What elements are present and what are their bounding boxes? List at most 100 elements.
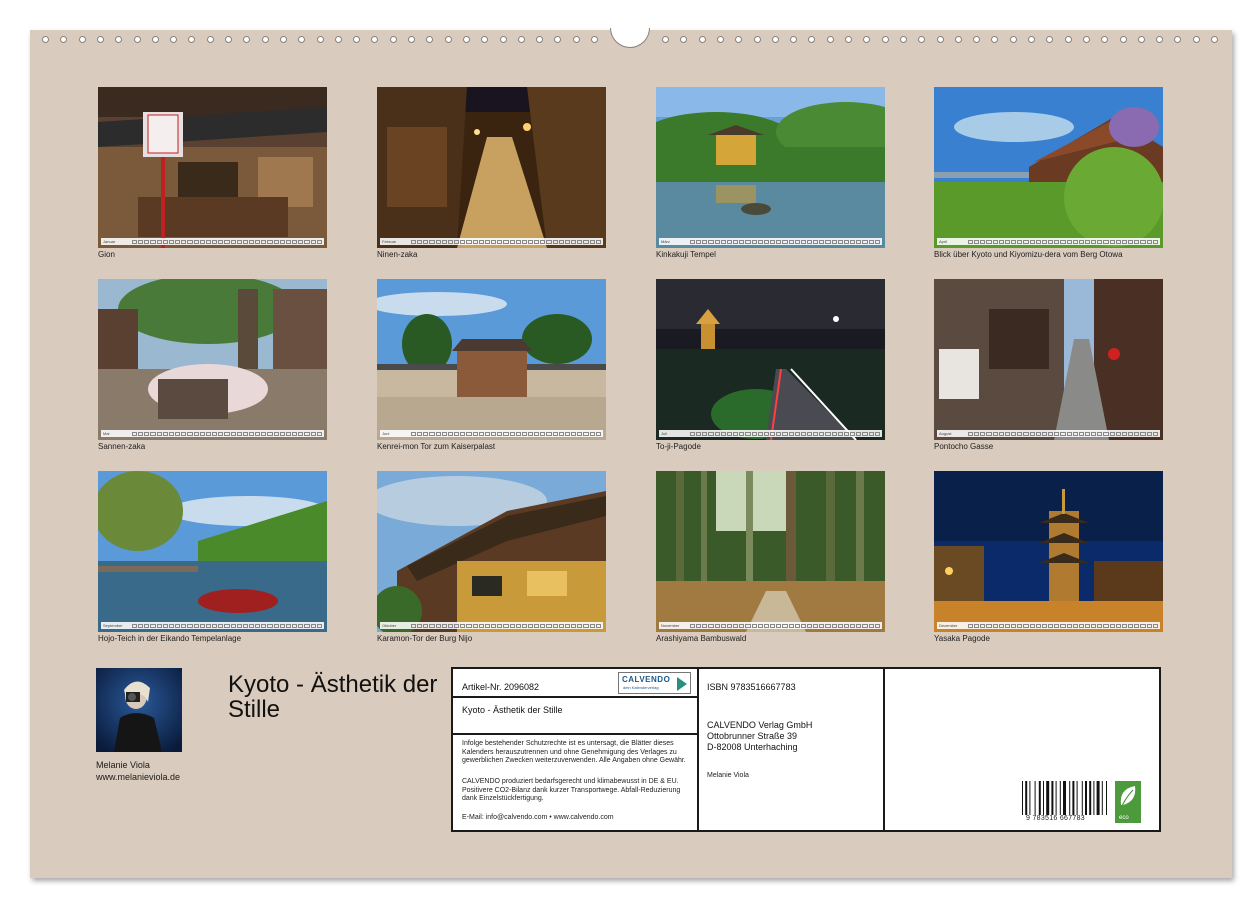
mini-calendar-day (534, 239, 540, 244)
mini-calendar-day (478, 623, 484, 628)
mini-calendar-day (193, 239, 199, 244)
mini-calendar-day (739, 239, 745, 244)
binding-hole (863, 36, 871, 43)
mini-calendar-day (248, 239, 255, 244)
mini-calendar-day (1035, 431, 1041, 436)
binding-hole (170, 36, 178, 43)
mini-calendar-day (776, 239, 782, 244)
mini-calendar-day (205, 239, 212, 244)
mini-calendar-strip: April (937, 238, 1160, 245)
mini-calendar-day (726, 623, 733, 628)
mini-calendar-day (1121, 239, 1128, 244)
photo-caption: Gion (98, 250, 115, 259)
mini-calendar-day (1097, 431, 1103, 436)
mini-calendar-day (218, 239, 224, 244)
mini-calendar-day (595, 239, 601, 244)
mini-calendar-day (850, 431, 856, 436)
binding-hole (572, 36, 580, 43)
eco-notice: CALVENDO produziert bedarfsgerecht und k… (462, 778, 681, 802)
mini-calendar-day (279, 623, 285, 628)
mini-calendar-day (292, 239, 298, 244)
mini-calendar-day (776, 431, 782, 436)
mini-calendar-day (162, 431, 168, 436)
mini-calendar-day (491, 239, 497, 244)
binding-hole (517, 36, 525, 43)
mini-calendar-day (205, 623, 212, 628)
mini-calendar-strip: November (659, 622, 882, 629)
mini-calendar-day (150, 431, 156, 436)
mini-calendar-day (285, 239, 292, 244)
binding-hole (481, 36, 489, 43)
mini-calendar-day (1109, 431, 1115, 436)
binding-hole (316, 36, 324, 43)
mini-calendar-day (770, 431, 776, 436)
binding-hole (973, 36, 981, 43)
mini-calendar-day (806, 623, 813, 628)
mini-calendar-day (417, 623, 423, 628)
logo-subtext: dein Kalenderverlag (623, 685, 659, 690)
mini-calendar-day (862, 431, 868, 436)
mini-calendar-day (757, 239, 763, 244)
mini-calendar-day (992, 431, 998, 436)
month-photo: Juni (377, 279, 606, 440)
mini-calendar-day (733, 431, 739, 436)
divider (883, 669, 885, 830)
mini-calendar-day (503, 239, 509, 244)
mini-calendar-day (564, 623, 571, 628)
mini-calendar-day (751, 239, 757, 244)
binding-hole (1174, 36, 1182, 43)
mini-calendar-day (242, 623, 248, 628)
mini-calendar-day (1091, 239, 1097, 244)
mini-calendar-day (138, 431, 144, 436)
mini-calendar-day (527, 431, 534, 436)
mini-calendar-day (1029, 623, 1035, 628)
binding-hole (918, 36, 926, 43)
mini-calendar-day (1097, 623, 1103, 628)
binding-hole (1064, 36, 1072, 43)
mini-calendar-day (850, 623, 856, 628)
mini-calendar-day (1146, 623, 1152, 628)
author-website[interactable]: www.melanieviola.de (96, 772, 180, 782)
mini-calendar-month: April (939, 239, 948, 244)
contact-line: E-Mail: info@calvendo.com • www.calvendo… (462, 814, 614, 821)
info-title: Kyoto - Ästhetik der Stille (462, 705, 563, 715)
mini-calendar-strip: Dezember (937, 622, 1160, 629)
mini-calendar-day (1054, 239, 1060, 244)
mini-calendar-day (144, 623, 150, 628)
mini-calendar-day (1066, 239, 1072, 244)
mini-calendar-day (980, 239, 986, 244)
mini-calendar-day (1041, 431, 1048, 436)
photo-caption: To-ji-Pagode (656, 442, 701, 451)
binding-hole (808, 36, 816, 43)
mini-calendar-day (690, 431, 696, 436)
mini-calendar-day (267, 431, 273, 436)
mini-calendar-day (138, 623, 144, 628)
mini-calendar-day (577, 239, 583, 244)
mini-calendar-day (1017, 239, 1023, 244)
mini-calendar-day (998, 623, 1004, 628)
mini-calendar-day (132, 239, 138, 244)
barcode: 9 783516 667783 (1020, 781, 1112, 825)
mini-calendar-day (1134, 239, 1140, 244)
mini-calendar-day (175, 239, 181, 244)
mini-calendar-day (460, 623, 466, 628)
eco-label: eco (1119, 815, 1129, 821)
mini-calendar-day (1048, 623, 1054, 628)
binding-hole (298, 36, 306, 43)
mini-calendar-day (1140, 623, 1146, 628)
binding-hole (662, 36, 669, 43)
mini-calendar-day (156, 623, 162, 628)
mini-calendar-day (199, 623, 205, 628)
binding-hole (881, 36, 889, 43)
mini-calendar-day (856, 239, 862, 244)
binding-hole (899, 36, 907, 43)
mini-calendar-day (521, 623, 527, 628)
mini-calendar-day (292, 431, 298, 436)
binding-hole (554, 36, 562, 43)
mini-calendar-day (478, 431, 484, 436)
mini-calendar-day (491, 623, 497, 628)
binding-hole (716, 36, 724, 43)
mini-calendar-day (162, 239, 168, 244)
mini-calendar-day (739, 623, 745, 628)
mini-calendar-day (310, 239, 316, 244)
